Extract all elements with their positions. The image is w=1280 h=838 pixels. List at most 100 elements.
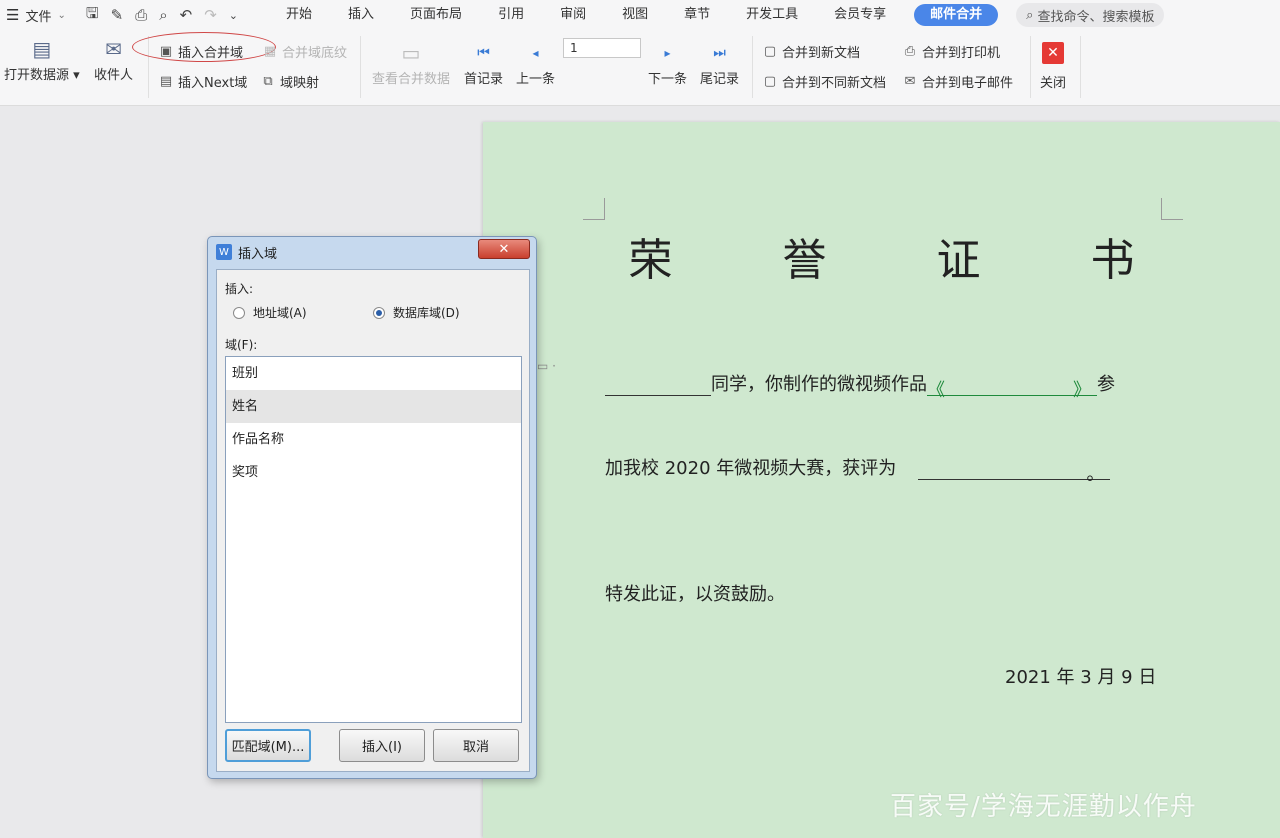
merge-to-new-doc-label: 合并到新文档 bbox=[782, 46, 861, 61]
format-painter-icon[interactable]: ✎ bbox=[111, 6, 124, 24]
radio-database-field[interactable]: 数据库域(D) bbox=[373, 304, 460, 321]
document-page[interactable]: 荣 誉 证 书 ▭ · 同学，你制作的微视频作品《》参 加我校 2020 年微视… bbox=[483, 122, 1280, 838]
insert-merge-field-button[interactable]: ▣ 插入合并域 bbox=[158, 42, 243, 61]
list-item[interactable]: 奖项 bbox=[226, 456, 521, 489]
field-mapping-button[interactable]: ⧉ 域映射 bbox=[260, 72, 319, 91]
merge-field-shading-button[interactable]: ▦ 合并域底纹 bbox=[262, 42, 347, 61]
line1-end: 参 bbox=[1097, 374, 1115, 395]
close-mail-merge-button[interactable]: 关闭 bbox=[1040, 72, 1066, 91]
tab-page-layout[interactable]: 页面布局 bbox=[392, 0, 480, 30]
list-item-selected[interactable]: 姓名 bbox=[226, 390, 521, 423]
document-workspace: 荣 誉 证 书 ▭ · 同学，你制作的微视频作品《》参 加我校 2020 年微视… bbox=[0, 107, 1280, 838]
prev-record-button[interactable]: ◂ 上一条 bbox=[516, 38, 555, 87]
command-search[interactable]: ⌕ 查找命令、搜索模板 bbox=[1016, 3, 1165, 27]
tab-view[interactable]: 视图 bbox=[604, 0, 666, 30]
new-doc-icon: ▢ bbox=[763, 44, 777, 59]
ribbon-mail-merge: ▤ 打开数据源 ▾ ✉ 收件人 ▣ 插入合并域 ▦ 合并域底纹 ▤ 插入Next… bbox=[0, 30, 1280, 106]
certificate-date: 2021 年 3 月 9 日 bbox=[1005, 667, 1157, 688]
radio-address-label: 地址域(A) bbox=[253, 306, 307, 320]
margin-corner-mark bbox=[583, 198, 605, 220]
tab-insert[interactable]: 插入 bbox=[330, 0, 392, 30]
shading-icon: ▦ bbox=[263, 44, 277, 59]
line1-text: 同学，你制作的微视频作品 bbox=[711, 374, 927, 395]
line2-text: 加我校 2020 年微视频大赛，获评为 bbox=[605, 458, 897, 479]
print-preview-icon[interactable]: ⌕ bbox=[159, 6, 167, 24]
customize-icon[interactable]: ⌄ bbox=[229, 9, 238, 22]
recipients-icon: ✉ bbox=[105, 37, 122, 61]
next-field-icon: ▤ bbox=[159, 74, 173, 89]
merge-field-shading-label: 合并域底纹 bbox=[282, 46, 348, 61]
divider bbox=[1030, 36, 1031, 98]
fields-label: 域(F): bbox=[225, 338, 258, 352]
first-record-button[interactable]: ⏮ 首记录 bbox=[464, 38, 503, 87]
insert-merge-field-label: 插入合并域 bbox=[178, 46, 244, 61]
cancel-button[interactable]: 取消 bbox=[433, 729, 519, 762]
next-record-button[interactable]: ▸ 下一条 bbox=[648, 38, 687, 87]
tab-developer[interactable]: 开发工具 bbox=[728, 0, 816, 30]
close-label: 关闭 bbox=[1040, 76, 1067, 91]
tab-sections[interactable]: 章节 bbox=[666, 0, 728, 30]
last-record-label: 尾记录 bbox=[700, 72, 740, 87]
tab-references[interactable]: 引用 bbox=[480, 0, 542, 30]
merge-to-separate-docs-label: 合并到不同新文档 bbox=[782, 76, 887, 91]
field-mapping-label: 域映射 bbox=[280, 76, 320, 91]
view-merged-data-button[interactable]: ▭ 查看合并数据 bbox=[372, 38, 450, 87]
insert-next-field-button[interactable]: ▤ 插入Next域 bbox=[158, 72, 247, 91]
insert-field-icon: ▣ bbox=[159, 44, 173, 59]
last-record-button[interactable]: ⏭ 尾记录 bbox=[700, 38, 739, 87]
divider bbox=[1080, 36, 1081, 98]
paragraph-handle-icon[interactable]: ▭ · bbox=[537, 359, 556, 373]
file-menu-label: 文件 bbox=[25, 9, 52, 25]
certificate-title: 荣 誉 证 书 bbox=[628, 235, 1183, 286]
record-number-input[interactable]: 1 bbox=[563, 38, 641, 58]
insert-field-dialog: W 插入域 ✕ 插入: 地址域(A) 数据库域(D) 域(F): 班别 姓名 作… bbox=[207, 236, 537, 779]
insert-button[interactable]: 插入(I) bbox=[339, 729, 425, 762]
merge-to-printer-label: 合并到打印机 bbox=[922, 46, 1001, 61]
print-icon[interactable]: ⎙ bbox=[135, 6, 147, 24]
radio-circle bbox=[233, 306, 245, 319]
merge-to-email-label: 合并到电子邮件 bbox=[922, 76, 1014, 91]
paragraph-line-1: 同学，你制作的微视频作品《》参 bbox=[605, 370, 1115, 401]
paragraph-line-2: 加我校 2020 年微视频大赛，获评为 。 bbox=[605, 454, 1111, 485]
undo-icon[interactable]: ↶ bbox=[180, 6, 193, 24]
save-icon[interactable]: 🖫 bbox=[86, 3, 99, 28]
divider bbox=[752, 36, 753, 98]
divider bbox=[360, 36, 361, 98]
watermark: 百家号/学海无涯勤以作舟 bbox=[890, 792, 1197, 822]
radio-database-label: 数据库域(D) bbox=[393, 306, 460, 320]
close-icon: ✕ bbox=[498, 241, 510, 257]
list-item[interactable]: 作品名称 bbox=[226, 423, 521, 456]
file-menu[interactable]: ☰ 文件 ⌄ bbox=[0, 0, 72, 30]
tab-mail-merge[interactable]: 邮件合并 bbox=[914, 4, 999, 26]
prev-record-icon: ◂ bbox=[532, 46, 539, 60]
open-data-source-button[interactable]: ▤ 打开数据源 ▾ bbox=[4, 34, 80, 83]
dialog-close-button[interactable]: ✕ bbox=[478, 239, 530, 259]
redo-icon[interactable]: ↷ bbox=[204, 6, 217, 24]
open-data-source-label: 打开数据源 bbox=[4, 68, 70, 83]
insert-next-field-label: 插入Next域 bbox=[178, 76, 248, 91]
first-record-label: 首记录 bbox=[464, 72, 504, 87]
merge-to-email-button[interactable]: ✉ 合并到电子邮件 bbox=[902, 72, 1013, 91]
merge-to-new-doc-button[interactable]: ▢ 合并到新文档 bbox=[762, 42, 860, 61]
next-record-label: 下一条 bbox=[648, 72, 688, 87]
search-placeholder: 查找命令、搜索模板 bbox=[1037, 9, 1155, 25]
radio-address-field[interactable]: 地址域(A) bbox=[233, 304, 307, 321]
merge-to-separate-docs-button[interactable]: ▢ 合并到不同新文档 bbox=[762, 72, 886, 91]
work-title-blank: 《》 bbox=[927, 376, 1097, 401]
match-fields-button[interactable]: 匹配域(M)... bbox=[225, 729, 311, 762]
list-item[interactable]: 班别 bbox=[226, 357, 521, 390]
tab-home[interactable]: 开始 bbox=[268, 0, 330, 30]
name-blank bbox=[605, 376, 711, 396]
tab-member[interactable]: 会员专享 bbox=[816, 0, 904, 30]
menu-bar: ☰ 文件 ⌄ 🖫 ✎ ⎙ ⌕ ↶ ↷ ⌄ 开始 插入 页面布局 引用 审阅 视图… bbox=[0, 0, 1280, 30]
recipients-button[interactable]: ✉ 收件人 bbox=[94, 34, 133, 83]
merge-to-printer-button[interactable]: ⎙ 合并到打印机 bbox=[902, 42, 1000, 61]
divider bbox=[148, 36, 149, 98]
tab-review[interactable]: 审阅 bbox=[542, 0, 604, 30]
fields-listbox[interactable]: 班别 姓名 作品名称 奖项 bbox=[225, 356, 522, 723]
dialog-app-icon: W bbox=[216, 244, 232, 260]
last-record-icon: ⏭ bbox=[713, 45, 726, 61]
search-icon: ⌕ bbox=[1026, 7, 1034, 23]
recipients-label: 收件人 bbox=[94, 68, 134, 83]
close-icon[interactable]: ✕ bbox=[1042, 42, 1064, 64]
